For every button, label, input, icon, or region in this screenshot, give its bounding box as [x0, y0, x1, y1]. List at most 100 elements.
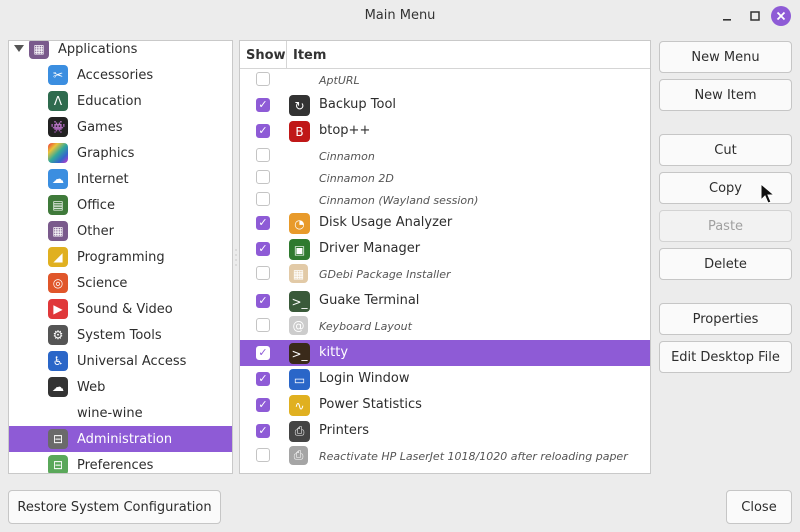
printer-icon: ⎙: [289, 421, 310, 442]
tree-item-label: Other: [77, 223, 114, 239]
delete-button[interactable]: Delete: [659, 248, 792, 280]
show-checkbox[interactable]: ✓: [256, 124, 270, 138]
tree-item[interactable]: ☁ Internet: [9, 166, 232, 192]
tree-item[interactable]: ♿ Universal Access: [9, 348, 232, 374]
tree-item[interactable]: ◎ Science: [9, 270, 232, 296]
show-checkbox[interactable]: [256, 266, 270, 280]
list-item[interactable]: ⎙ Reactivate HP LaserJet 1018/1020 after …: [240, 444, 650, 466]
tree-item[interactable]: ▦ Other: [9, 218, 232, 244]
close-button[interactable]: Close: [726, 490, 792, 524]
pie-chart-icon: ◔: [289, 213, 310, 234]
tree-root-applications[interactable]: ▦ Applications: [9, 41, 232, 62]
accessibility-icon: ♿: [48, 351, 68, 371]
list-item[interactable]: ✓ ⎙ Printers: [240, 418, 650, 444]
tree-item[interactable]: ▤ Office: [9, 192, 232, 218]
column-header-item[interactable]: Item: [293, 48, 326, 63]
tree-item-label: Games: [77, 119, 123, 135]
tree-item-label: Office: [77, 197, 115, 213]
btop-icon: B: [289, 121, 310, 142]
show-checkbox[interactable]: [256, 192, 270, 206]
edit-desktop-file-button[interactable]: Edit Desktop File: [659, 341, 792, 373]
tree-item[interactable]: ⊟ Preferences: [9, 452, 232, 473]
show-checkbox[interactable]: [256, 448, 270, 462]
show-checkbox[interactable]: ✓: [256, 346, 270, 360]
list-item[interactable]: Cinnamon: [240, 144, 650, 166]
minimize-icon: [723, 19, 731, 21]
new-item-button[interactable]: New Item: [659, 79, 792, 111]
list-item[interactable]: AptURL: [240, 68, 650, 90]
list-item-label: AptURL: [319, 74, 360, 87]
tree-item[interactable]: Λ Education: [9, 88, 232, 114]
tree-item[interactable]: 👾 Games: [9, 114, 232, 140]
toggle-icon: ⊟: [48, 455, 68, 473]
atom-icon: ◎: [48, 273, 68, 293]
maximize-icon: [750, 11, 760, 21]
tree-item-label: Universal Access: [77, 353, 187, 369]
category-tree[interactable]: ▦ Applications ✂ Accessories Λ Education 👾 Game…: [8, 40, 233, 474]
list-item-label: Power Statistics: [319, 397, 422, 412]
tree-item-label: Education: [77, 93, 142, 109]
tree-item[interactable]: ✂ Accessories: [9, 62, 232, 88]
backup-icon: ↻: [289, 95, 310, 116]
show-checkbox[interactable]: ✓: [256, 242, 270, 256]
list-item-label: Reactivate HP LaserJet 1018/1020 after r…: [319, 450, 628, 463]
minimize-button[interactable]: [717, 6, 737, 26]
list-item[interactable]: ✓ ◔ Disk Usage Analyzer: [240, 210, 650, 236]
tree-item-label: Applications: [58, 41, 138, 57]
list-item-label: Cinnamon (Wayland session): [319, 194, 479, 207]
tree-item[interactable]: ▶ Sound & Video: [9, 296, 232, 322]
list-item[interactable]: ✓ ↻ Backup Tool: [240, 92, 650, 118]
close-window-button[interactable]: [771, 6, 791, 26]
list-item[interactable]: Cinnamon (Wayland session): [240, 188, 650, 210]
list-item[interactable]: ✓ >_ kitty: [240, 340, 650, 366]
play-icon: ▶: [48, 299, 68, 319]
list-header: Show Item: [240, 41, 650, 69]
pane-resize-handle[interactable]: · · · ·: [234, 247, 238, 270]
window-title: Main Menu: [364, 8, 436, 23]
list-item-label: GDebi Package Installer: [319, 268, 451, 281]
paste-button[interactable]: Paste: [659, 210, 792, 242]
show-checkbox[interactable]: ✓: [256, 372, 270, 386]
show-checkbox[interactable]: ✓: [256, 398, 270, 412]
list-item[interactable]: ▦ GDebi Package Installer: [240, 262, 650, 284]
show-checkbox[interactable]: ✓: [256, 424, 270, 438]
list-item-label: Printers: [319, 423, 370, 438]
show-checkbox[interactable]: ✓: [256, 294, 270, 308]
show-checkbox[interactable]: [256, 170, 270, 184]
list-item[interactable]: ✓ ∿ Power Statistics: [240, 392, 650, 418]
tree-item[interactable]: wine-wine: [9, 400, 232, 426]
login-icon: ▭: [289, 369, 310, 390]
show-checkbox[interactable]: ✓: [256, 216, 270, 230]
tree-item-label: Preferences: [77, 457, 154, 473]
show-checkbox[interactable]: ✓: [256, 98, 270, 112]
palette-icon: [48, 143, 68, 163]
list-item-label: Backup Tool: [319, 97, 397, 112]
tree-item[interactable]: ☁ Web: [9, 374, 232, 400]
list-item-label: Disk Usage Analyzer: [319, 215, 453, 230]
list-item[interactable]: Cinnamon 2D: [240, 166, 650, 188]
globe-cloud-icon: ☁: [48, 377, 68, 397]
tree-item-label: Sound & Video: [77, 301, 173, 317]
restore-system-configuration-button[interactable]: Restore System Configuration: [8, 490, 221, 524]
new-menu-button[interactable]: New Menu: [659, 41, 792, 73]
item-list[interactable]: Show Item AptURL ✓ ↻ Backup Tool ✓ Bbtop++ Cin…: [239, 40, 651, 474]
tree-item[interactable]: ⊟ Administration: [9, 426, 232, 452]
list-item[interactable]: @ Keyboard Layout: [240, 314, 650, 336]
keyboard-icon: @: [289, 316, 308, 335]
maximize-button[interactable]: [745, 6, 765, 26]
column-header-show[interactable]: Show: [246, 48, 286, 63]
show-checkbox[interactable]: [256, 148, 270, 162]
show-checkbox[interactable]: [256, 72, 270, 86]
list-item[interactable]: ✓ >_ Guake Terminal: [240, 288, 650, 314]
tree-item[interactable]: ⚙ System Tools: [9, 322, 232, 348]
cut-button[interactable]: Cut: [659, 134, 792, 166]
list-item[interactable]: ✓ ▭ Login Window: [240, 366, 650, 392]
tree-item[interactable]: ◢ Programming: [9, 244, 232, 270]
properties-button[interactable]: Properties: [659, 303, 792, 335]
tree-item[interactable]: Graphics: [9, 140, 232, 166]
list-item[interactable]: ✓ Bbtop++: [240, 118, 650, 144]
show-checkbox[interactable]: [256, 318, 270, 332]
list-item[interactable]: ✓ ▣ Driver Manager: [240, 236, 650, 262]
tree-item-label: wine-wine: [77, 405, 143, 421]
expander-arrow-icon[interactable]: [14, 45, 24, 52]
